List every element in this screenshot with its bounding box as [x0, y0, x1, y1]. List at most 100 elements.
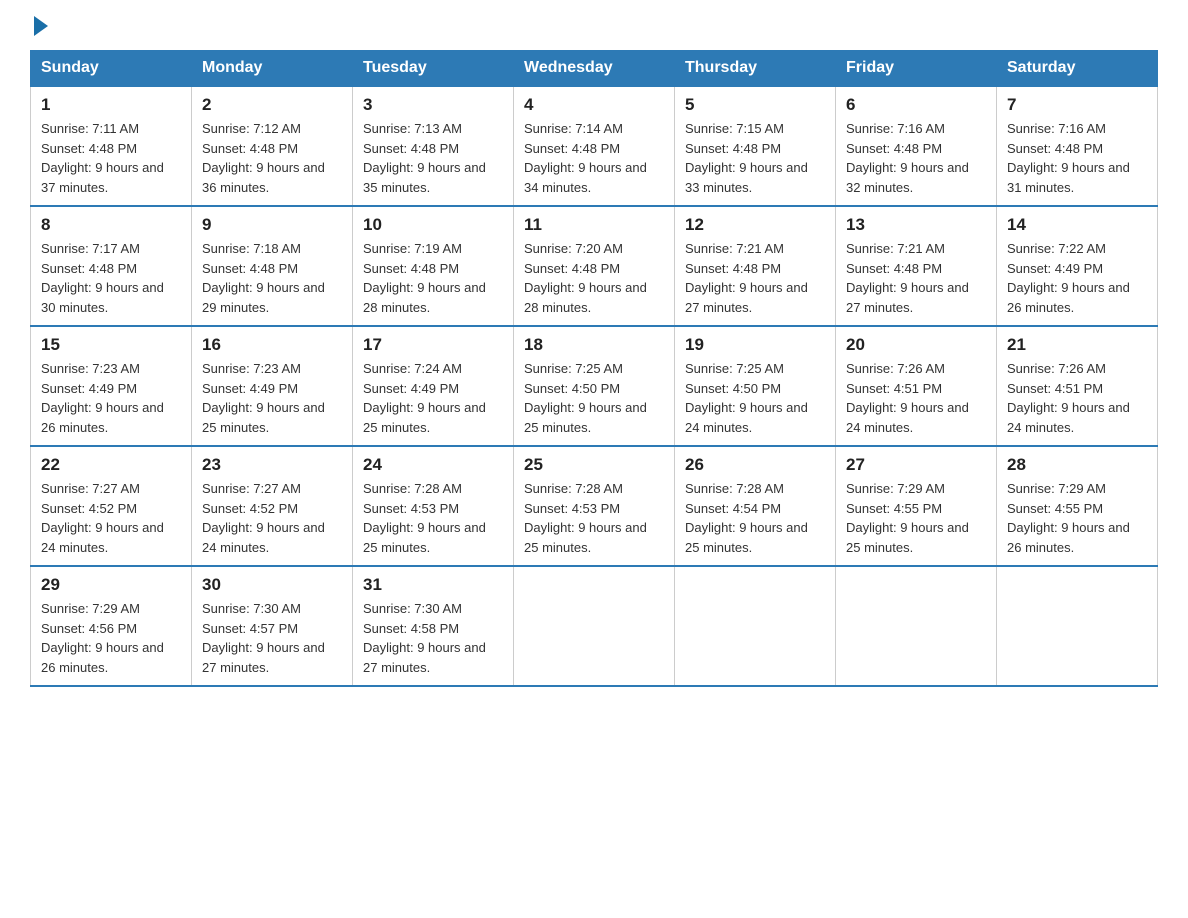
weekday-header: Thursday — [675, 51, 836, 87]
day-number: 27 — [846, 455, 986, 475]
day-info: Sunrise: 7:21 AMSunset: 4:48 PMDaylight:… — [846, 239, 986, 317]
day-number: 1 — [41, 95, 181, 115]
day-info: Sunrise: 7:16 AMSunset: 4:48 PMDaylight:… — [1007, 119, 1147, 197]
calendar-cell: 3 Sunrise: 7:13 AMSunset: 4:48 PMDayligh… — [353, 86, 514, 206]
calendar-cell: 10 Sunrise: 7:19 AMSunset: 4:48 PMDaylig… — [353, 206, 514, 326]
day-number: 20 — [846, 335, 986, 355]
calendar-cell: 11 Sunrise: 7:20 AMSunset: 4:48 PMDaylig… — [514, 206, 675, 326]
day-info: Sunrise: 7:12 AMSunset: 4:48 PMDaylight:… — [202, 119, 342, 197]
day-number: 2 — [202, 95, 342, 115]
calendar-cell: 30 Sunrise: 7:30 AMSunset: 4:57 PMDaylig… — [192, 566, 353, 686]
day-info: Sunrise: 7:29 AMSunset: 4:55 PMDaylight:… — [846, 479, 986, 557]
day-info: Sunrise: 7:22 AMSunset: 4:49 PMDaylight:… — [1007, 239, 1147, 317]
day-info: Sunrise: 7:11 AMSunset: 4:48 PMDaylight:… — [41, 119, 181, 197]
day-number: 17 — [363, 335, 503, 355]
calendar-week-row: 1 Sunrise: 7:11 AMSunset: 4:48 PMDayligh… — [31, 86, 1158, 206]
day-number: 15 — [41, 335, 181, 355]
day-info: Sunrise: 7:13 AMSunset: 4:48 PMDaylight:… — [363, 119, 503, 197]
day-info: Sunrise: 7:24 AMSunset: 4:49 PMDaylight:… — [363, 359, 503, 437]
day-number: 7 — [1007, 95, 1147, 115]
weekday-header: Saturday — [997, 51, 1158, 87]
calendar-cell: 1 Sunrise: 7:11 AMSunset: 4:48 PMDayligh… — [31, 86, 192, 206]
calendar-cell: 23 Sunrise: 7:27 AMSunset: 4:52 PMDaylig… — [192, 446, 353, 566]
weekday-header: Monday — [192, 51, 353, 87]
day-number: 5 — [685, 95, 825, 115]
day-info: Sunrise: 7:14 AMSunset: 4:48 PMDaylight:… — [524, 119, 664, 197]
day-info: Sunrise: 7:20 AMSunset: 4:48 PMDaylight:… — [524, 239, 664, 317]
calendar-cell — [675, 566, 836, 686]
day-info: Sunrise: 7:18 AMSunset: 4:48 PMDaylight:… — [202, 239, 342, 317]
calendar-cell: 13 Sunrise: 7:21 AMSunset: 4:48 PMDaylig… — [836, 206, 997, 326]
day-info: Sunrise: 7:27 AMSunset: 4:52 PMDaylight:… — [41, 479, 181, 557]
day-info: Sunrise: 7:28 AMSunset: 4:53 PMDaylight:… — [524, 479, 664, 557]
calendar-cell: 20 Sunrise: 7:26 AMSunset: 4:51 PMDaylig… — [836, 326, 997, 446]
calendar-cell: 24 Sunrise: 7:28 AMSunset: 4:53 PMDaylig… — [353, 446, 514, 566]
calendar-cell: 7 Sunrise: 7:16 AMSunset: 4:48 PMDayligh… — [997, 86, 1158, 206]
day-number: 8 — [41, 215, 181, 235]
day-info: Sunrise: 7:16 AMSunset: 4:48 PMDaylight:… — [846, 119, 986, 197]
day-info: Sunrise: 7:28 AMSunset: 4:54 PMDaylight:… — [685, 479, 825, 557]
calendar-cell: 27 Sunrise: 7:29 AMSunset: 4:55 PMDaylig… — [836, 446, 997, 566]
day-number: 26 — [685, 455, 825, 475]
day-number: 29 — [41, 575, 181, 595]
day-number: 9 — [202, 215, 342, 235]
weekday-header: Tuesday — [353, 51, 514, 87]
day-info: Sunrise: 7:27 AMSunset: 4:52 PMDaylight:… — [202, 479, 342, 557]
day-info: Sunrise: 7:28 AMSunset: 4:53 PMDaylight:… — [363, 479, 503, 557]
day-number: 4 — [524, 95, 664, 115]
calendar-cell — [514, 566, 675, 686]
calendar-cell: 5 Sunrise: 7:15 AMSunset: 4:48 PMDayligh… — [675, 86, 836, 206]
calendar-cell: 2 Sunrise: 7:12 AMSunset: 4:48 PMDayligh… — [192, 86, 353, 206]
day-number: 13 — [846, 215, 986, 235]
calendar-cell — [836, 566, 997, 686]
calendar-cell: 22 Sunrise: 7:27 AMSunset: 4:52 PMDaylig… — [31, 446, 192, 566]
day-number: 31 — [363, 575, 503, 595]
calendar-cell: 25 Sunrise: 7:28 AMSunset: 4:53 PMDaylig… — [514, 446, 675, 566]
day-number: 14 — [1007, 215, 1147, 235]
day-info: Sunrise: 7:15 AMSunset: 4:48 PMDaylight:… — [685, 119, 825, 197]
calendar-week-row: 29 Sunrise: 7:29 AMSunset: 4:56 PMDaylig… — [31, 566, 1158, 686]
calendar-cell: 14 Sunrise: 7:22 AMSunset: 4:49 PMDaylig… — [997, 206, 1158, 326]
calendar-cell: 19 Sunrise: 7:25 AMSunset: 4:50 PMDaylig… — [675, 326, 836, 446]
day-number: 16 — [202, 335, 342, 355]
day-number: 3 — [363, 95, 503, 115]
day-number: 6 — [846, 95, 986, 115]
day-info: Sunrise: 7:21 AMSunset: 4:48 PMDaylight:… — [685, 239, 825, 317]
calendar-cell: 8 Sunrise: 7:17 AMSunset: 4:48 PMDayligh… — [31, 206, 192, 326]
calendar-cell: 12 Sunrise: 7:21 AMSunset: 4:48 PMDaylig… — [675, 206, 836, 326]
calendar-cell: 4 Sunrise: 7:14 AMSunset: 4:48 PMDayligh… — [514, 86, 675, 206]
calendar-cell: 17 Sunrise: 7:24 AMSunset: 4:49 PMDaylig… — [353, 326, 514, 446]
day-info: Sunrise: 7:26 AMSunset: 4:51 PMDaylight:… — [846, 359, 986, 437]
day-number: 10 — [363, 215, 503, 235]
day-number: 22 — [41, 455, 181, 475]
weekday-header-row: SundayMondayTuesdayWednesdayThursdayFrid… — [31, 51, 1158, 87]
calendar-week-row: 22 Sunrise: 7:27 AMSunset: 4:52 PMDaylig… — [31, 446, 1158, 566]
day-number: 28 — [1007, 455, 1147, 475]
calendar-cell — [997, 566, 1158, 686]
day-number: 19 — [685, 335, 825, 355]
day-number: 25 — [524, 455, 664, 475]
day-number: 24 — [363, 455, 503, 475]
day-number: 18 — [524, 335, 664, 355]
day-info: Sunrise: 7:23 AMSunset: 4:49 PMDaylight:… — [202, 359, 342, 437]
calendar-cell: 21 Sunrise: 7:26 AMSunset: 4:51 PMDaylig… — [997, 326, 1158, 446]
calendar-cell: 16 Sunrise: 7:23 AMSunset: 4:49 PMDaylig… — [192, 326, 353, 446]
day-info: Sunrise: 7:19 AMSunset: 4:48 PMDaylight:… — [363, 239, 503, 317]
day-info: Sunrise: 7:30 AMSunset: 4:57 PMDaylight:… — [202, 599, 342, 677]
calendar-cell: 6 Sunrise: 7:16 AMSunset: 4:48 PMDayligh… — [836, 86, 997, 206]
calendar-cell: 29 Sunrise: 7:29 AMSunset: 4:56 PMDaylig… — [31, 566, 192, 686]
day-info: Sunrise: 7:29 AMSunset: 4:55 PMDaylight:… — [1007, 479, 1147, 557]
logo-arrow-icon — [34, 16, 48, 36]
calendar-table: SundayMondayTuesdayWednesdayThursdayFrid… — [30, 50, 1158, 687]
day-info: Sunrise: 7:30 AMSunset: 4:58 PMDaylight:… — [363, 599, 503, 677]
logo — [30, 20, 48, 30]
day-number: 12 — [685, 215, 825, 235]
calendar-cell: 31 Sunrise: 7:30 AMSunset: 4:58 PMDaylig… — [353, 566, 514, 686]
day-info: Sunrise: 7:25 AMSunset: 4:50 PMDaylight:… — [524, 359, 664, 437]
calendar-cell: 9 Sunrise: 7:18 AMSunset: 4:48 PMDayligh… — [192, 206, 353, 326]
calendar-week-row: 15 Sunrise: 7:23 AMSunset: 4:49 PMDaylig… — [31, 326, 1158, 446]
day-info: Sunrise: 7:29 AMSunset: 4:56 PMDaylight:… — [41, 599, 181, 677]
day-number: 21 — [1007, 335, 1147, 355]
weekday-header: Friday — [836, 51, 997, 87]
weekday-header: Wednesday — [514, 51, 675, 87]
